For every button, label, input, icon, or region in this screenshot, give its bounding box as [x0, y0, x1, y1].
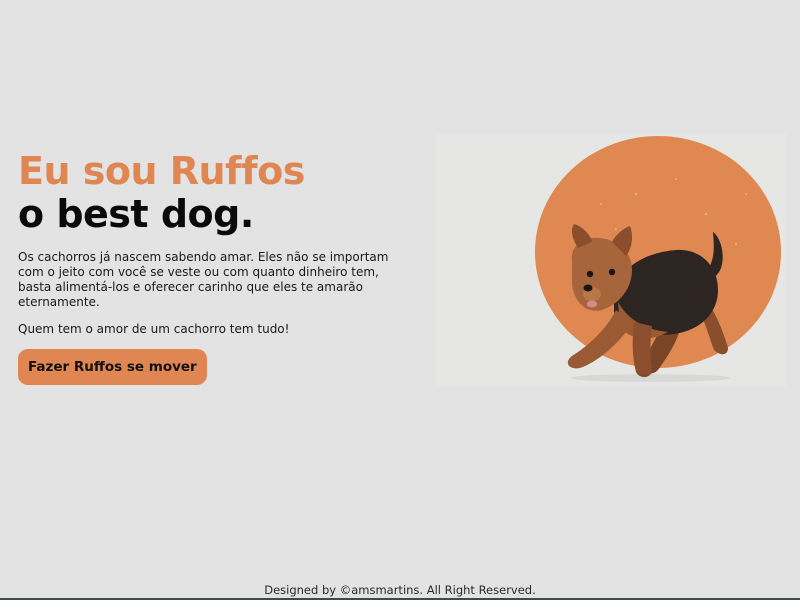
- hero-tagline: Quem tem o amor de um cachorro tem tudo!: [18, 322, 290, 336]
- move-ruffos-button[interactable]: Fazer Ruffos se mover: [18, 349, 207, 385]
- hero-title-highlight: Eu sou Ruffos: [18, 149, 305, 193]
- hero-title-main: o best dog.: [18, 192, 254, 236]
- hero-section: Eu sou Ruffos o best dog. Os cachorros j…: [18, 150, 398, 385]
- hero-description: Os cachorros já nascem sabendo amar. Ele…: [18, 250, 389, 309]
- footer-credit: Designed by ©amsmartins. All Right Reser…: [264, 583, 536, 597]
- dog-illustration: [436, 134, 786, 386]
- dog-illustration-icon: [535, 136, 781, 382]
